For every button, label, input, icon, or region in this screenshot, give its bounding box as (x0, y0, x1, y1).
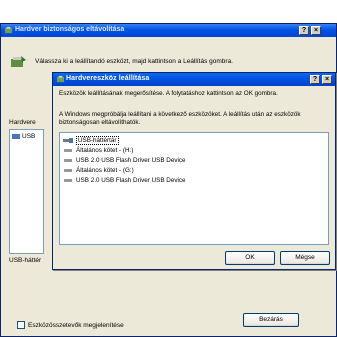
safely-remove-icon (11, 56, 26, 67)
device-label: USB 2.0 USB Flash Driver USB Device (76, 177, 186, 184)
drive-icon (64, 179, 72, 182)
hardware-devices-label: Hardvere (9, 119, 36, 126)
ok-button[interactable]: OK (225, 251, 275, 265)
close-button[interactable]: Bezárás (243, 313, 299, 327)
list-item[interactable]: Általános kötet - (H:) (63, 146, 133, 155)
cancel-button[interactable]: Mégse (280, 251, 330, 265)
outer-help-button[interactable]: ? (299, 26, 309, 35)
device-label: USB-háttértár (76, 136, 119, 145)
usb-device-label: USB-háttér (9, 257, 42, 264)
outer-instruction: Válassza ki a leállítandó eszközt, majd … (35, 58, 233, 65)
outer-close-button[interactable]: × (311, 26, 321, 35)
hardware-device-list[interactable]: USB (9, 129, 44, 254)
usb-storage-icon (63, 138, 73, 143)
list-item[interactable]: Általános kötet - (G:) (63, 166, 134, 175)
show-components-row[interactable]: Eszközösszetevők megjelenítése (17, 321, 124, 329)
dialog-title-bar[interactable]: Hardvereszköz leállítása ? × (53, 73, 335, 86)
drive-icon (64, 169, 72, 172)
device-label: USB 2.0 USB Flash Driver USB Device (76, 157, 186, 164)
list-item[interactable]: USB 2.0 USB Flash Driver USB Device (63, 156, 186, 165)
hardware-icon (4, 26, 13, 34)
outer-title: Hardver biztonságos eltávolítása (15, 26, 125, 33)
drive-icon (64, 149, 72, 152)
stop-info-text: A Windows megpróbálja leállítani a követ… (59, 111, 301, 126)
show-components-checkbox[interactable] (17, 321, 25, 329)
device-list-item-label: USB (22, 133, 36, 140)
stop-device-dialog: Hardvereszköz leállítása ? × Eszközök le… (52, 72, 336, 270)
dialog-title: Hardvereszköz leállítása (66, 75, 150, 82)
usb-storage-icon (12, 134, 20, 139)
device-label: Általános kötet - (H:) (76, 147, 134, 154)
hardware-icon (56, 75, 65, 83)
drive-icon (64, 159, 72, 162)
confirm-text: Eszközök leállításának megerősítése. A f… (59, 90, 278, 97)
device-label: Általános kötet - (G:) (76, 167, 134, 174)
show-components-label: Eszközösszetevők megjelenítése (28, 321, 124, 329)
dialog-close-button[interactable]: × (322, 75, 332, 84)
list-item[interactable]: USB-háttértár (63, 136, 119, 145)
device-list[interactable]: USB-háttértár Általános kötet - (H:) USB… (59, 132, 329, 245)
dialog-help-button[interactable]: ? (310, 75, 320, 84)
list-item[interactable]: USB (12, 133, 35, 140)
outer-title-bar[interactable]: Hardver biztonságos eltávolítása ? × (1, 24, 336, 37)
list-item[interactable]: USB 2.0 USB Flash Driver USB Device (63, 176, 186, 185)
